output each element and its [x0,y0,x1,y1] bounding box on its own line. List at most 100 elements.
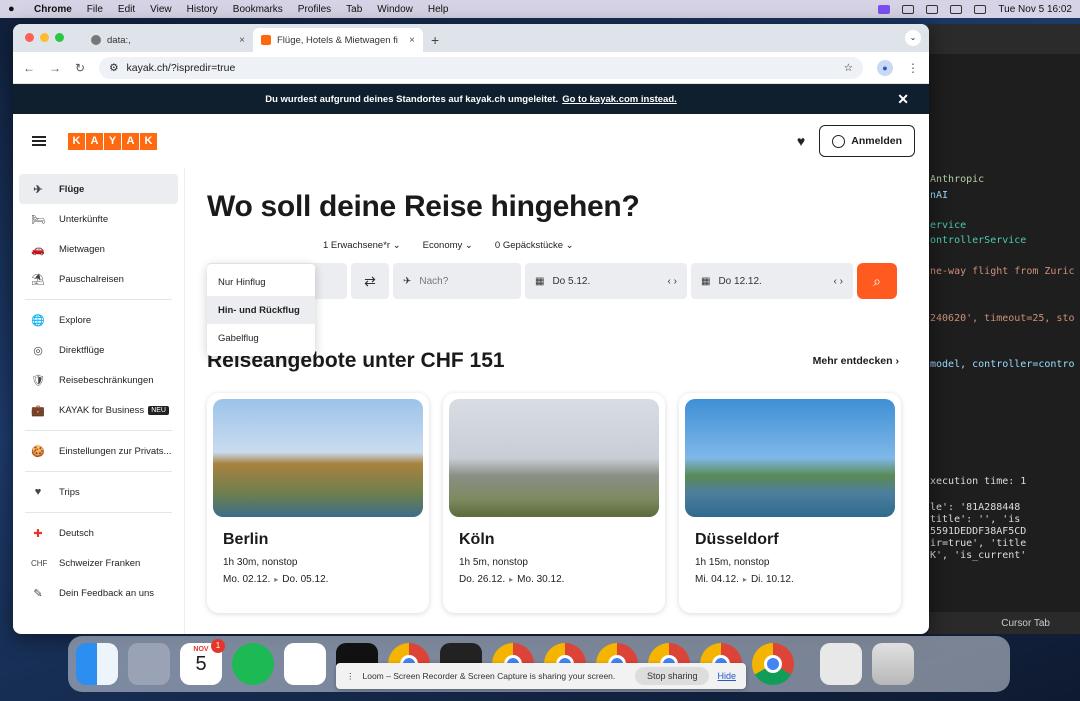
sidebar-item-label: KAYAK for Business [59,404,145,416]
close-tab-icon[interactable]: × [409,35,415,46]
cabin-class-select[interactable]: Economy [423,240,473,251]
more-link[interactable]: Mehr entdecken › [813,355,899,367]
new-tab-button[interactable]: + [423,32,447,52]
menu-app-name[interactable]: Chrome [34,4,72,15]
depart-date-field[interactable]: ▦ Do 5.12. ‹ › [525,263,687,299]
car-icon: 🚗 [31,243,45,256]
sidebar-item-reisebeschraenkungen[interactable]: 🛡 Reisebeschränkungen [19,365,178,395]
back-icon[interactable]: ← [23,61,35,75]
stop-sharing-button[interactable]: Stop sharing [634,667,710,685]
chrome-menu-icon[interactable]: ⋮ [907,61,919,75]
finder-icon[interactable] [76,643,118,685]
card-duration: 1h 15m, nonstop [695,557,770,568]
sidebar-item-business[interactable]: 💼 KAYAK for Business NEU [19,395,178,425]
display-icon[interactable] [902,4,915,14]
trash-icon[interactable] [872,643,914,685]
close-tab-icon[interactable]: × [239,35,245,46]
calendar-icon[interactable]: NOV 5 1 [180,639,225,685]
close-window-button[interactable] [25,33,34,42]
sidebar-item-pauschalreisen[interactable]: ⛱ Pauschalreisen [19,264,178,294]
menubar-clock[interactable]: Tue Nov 5 16:02 [998,4,1072,15]
menu-window[interactable]: Window [377,4,413,15]
sidebar-item-currency[interactable]: CHF Schweizer Franken [19,548,178,578]
swap-button[interactable]: ⇄ [351,263,389,299]
deal-card-koeln[interactable]: Köln 1h 5m, nonstop Do. 26.12. ▸ Mo. 30.12… [443,393,665,613]
spotify-icon[interactable] [232,643,274,685]
return-date-field[interactable]: ▦ Do 12.12. ‹ › [691,263,853,299]
banner-link[interactable]: Go to kayak.com instead. [562,94,677,105]
url-text[interactable]: kayak.ch/?ispredir=true [126,62,835,74]
more-label: Mehr entdecken [812,355,893,367]
bookmark-star-icon[interactable]: ☆ [844,62,853,74]
trip-type-oneway[interactable]: Nur Hinflug [207,268,315,296]
menu-help[interactable]: Help [428,4,449,15]
favorites-heart-icon[interactable]: ♥ [797,133,805,149]
sidebar-item-trips[interactable]: ♥ Trips [19,477,178,507]
search-button[interactable]: ⌕ [857,263,897,299]
destination-field[interactable]: ✈ Nach? [393,263,521,299]
terminal-line: 5591DEDDF38AF5CD [930,526,1027,537]
menu-bookmarks[interactable]: Bookmarks [233,4,283,15]
battery-icon[interactable] [926,4,939,14]
sidebar-item-feedback[interactable]: ✎ Dein Feedback an uns [19,578,178,608]
city-image [449,399,659,517]
address-bar[interactable]: ⚙ kayak.ch/?ispredir=true ☆ [99,56,863,79]
instruments-icon[interactable] [128,643,170,685]
menu-profiles[interactable]: Profiles [298,4,331,15]
sidebar-item-privacy[interactable]: 🍪 Einstellungen zur Privats... [19,436,178,466]
card-dates: Mo. 02.12. ▸ Do. 05.12. [223,574,423,585]
arrow-icon: ▸ [742,575,747,584]
drag-handle-icon[interactable]: ⋮ [346,671,355,682]
zoom-window-button[interactable] [55,33,64,42]
banner-close-icon[interactable]: ✕ [897,91,909,108]
control-center-icon[interactable] [974,4,987,14]
menu-tab[interactable]: Tab [346,4,362,15]
logo-letter: K [68,132,85,150]
profile-avatar-icon[interactable]: ● [877,59,893,76]
sidebar-item-mietwagen[interactable]: 🚗 Mietwagen [19,234,178,264]
sidebar-item-language[interactable]: ✚ Deutsch [19,518,178,548]
menu-history[interactable]: History [187,4,218,15]
minimize-window-button[interactable] [40,33,49,42]
deal-card-duesseldorf[interactable]: Düsseldorf 1h 15m, nonstop Mi. 04.12. ▸ Di… [679,393,901,613]
site-info-icon[interactable]: ⚙ [109,62,118,74]
tab-search-icon[interactable]: ⌄ [905,30,921,46]
hamburger-menu-icon[interactable] [32,136,46,146]
sidebar-item-fluege[interactable]: ✈ Flüge [19,174,178,204]
tab-kayak[interactable]: Flüge, Hotels & Mietwagen fi × [253,28,423,52]
menu-edit[interactable]: Edit [118,4,135,15]
editor-status-bar[interactable]: Cursor Tab [928,612,1080,634]
kayak-logo[interactable]: K A Y A K [68,132,157,150]
sidebar-item-direktfluege[interactable]: ◎ Direktflüge [19,335,178,365]
chrome-icon[interactable] [752,643,794,685]
screenshot-window-icon[interactable] [820,643,862,685]
calendar-icon: ▦ [701,275,711,287]
travelers-select[interactable]: 1 Erwachsene*r [323,240,401,251]
address-toolbar: ← → ↻ ⚙ kayak.ch/?ispredir=true ☆ ● ⋮ [13,52,929,84]
tab-data[interactable]: data:, × [83,28,253,52]
card-return: Mo. 30.12. [517,574,565,585]
terminal-line: title': '', 'is [930,514,1021,525]
slack-icon[interactable] [284,643,326,685]
sidebar-item-label: Mietwagen [59,243,105,255]
date-stepper-arrows[interactable]: ‹ › [834,276,843,287]
date-stepper-arrows[interactable]: ‹ › [668,276,677,287]
bed-icon: 🛏 [31,213,45,226]
menu-file[interactable]: File [87,4,103,15]
sidebar-item-unterkuenfte[interactable]: 🛏 Unterkünfte [19,204,178,234]
reload-icon[interactable]: ↻ [75,61,85,75]
bags-select[interactable]: 0 Gepäckstücke [495,240,574,251]
trip-type-multicity[interactable]: Gabelflug [207,324,315,352]
forward-icon[interactable]: → [49,61,61,75]
login-button[interactable]: Anmelden [819,125,915,157]
apple-icon[interactable]: ● [8,3,20,15]
menu-view[interactable]: View [150,4,172,15]
card-return: Di. 10.12. [750,574,794,585]
sidebar-item-explore[interactable]: 🌐 Explore [19,305,178,335]
hide-button[interactable]: Hide [717,671,736,681]
deal-cards: Berlin 1h 30m, nonstop Mo. 02.12. ▸ Do. 05… [207,393,909,613]
screen-record-icon[interactable] [878,4,891,14]
deal-card-berlin[interactable]: Berlin 1h 30m, nonstop Mo. 02.12. ▸ Do. 05… [207,393,429,613]
wifi-icon[interactable] [950,4,963,14]
trip-type-roundtrip[interactable]: Hin- und Rückflug [207,296,315,324]
